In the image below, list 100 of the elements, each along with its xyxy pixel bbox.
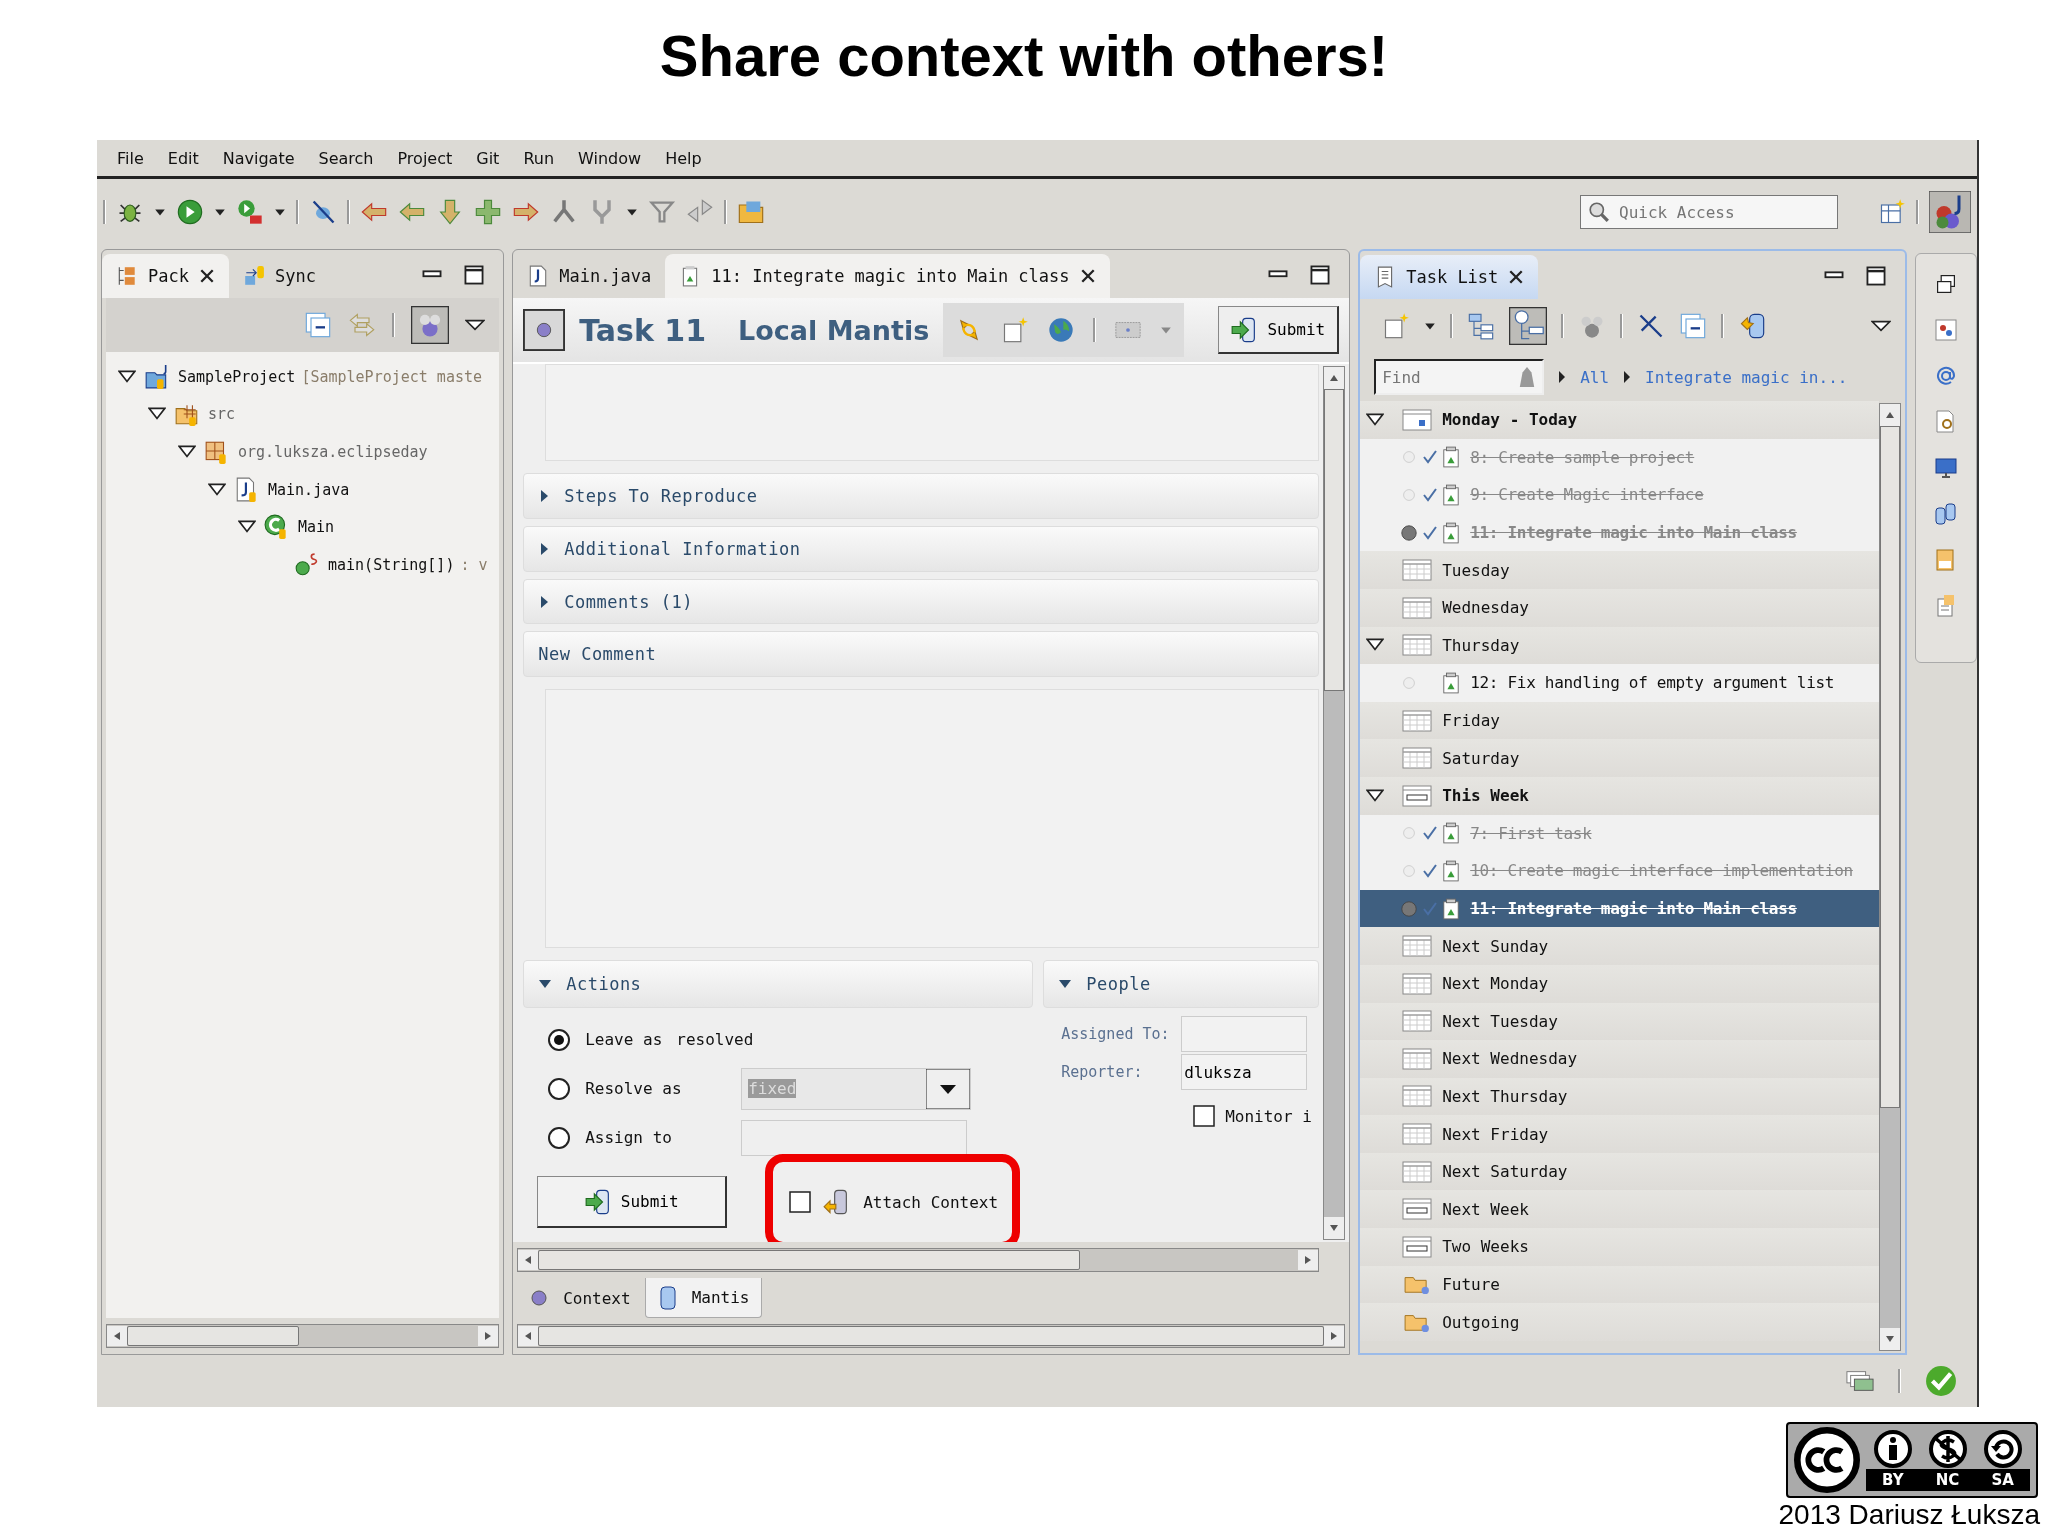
task-category-row[interactable]: Tuesday [1360,551,1880,589]
vertical-scrollbar[interactable] [1879,403,1902,1351]
task-category-row[interactable]: Thursday [1360,626,1880,665]
radio-label[interactable]: Leave as [585,1030,663,1050]
scroll-down-icon[interactable] [1880,1328,1901,1350]
expand-triangle-icon[interactable] [538,979,553,990]
horizontal-scrollbar[interactable] [517,1248,1320,1272]
sync-repository-icon[interactable] [1738,312,1767,340]
view-menu-icon[interactable] [1871,319,1892,333]
radio-button[interactable] [547,1027,572,1052]
scroll-up-icon[interactable] [1324,367,1345,389]
task-row[interactable]: 12: Fix handling of empty argument list [1360,664,1880,702]
assignee-field[interactable] [741,1119,968,1156]
tree-item[interactable]: org.luksza.eclipseday [238,443,428,461]
view-tab[interactable]: Pack [102,254,229,298]
plus-icon[interactable] [474,198,502,226]
expand-triangle-icon[interactable] [148,407,166,422]
play-icon[interactable] [176,198,204,226]
scheduled-view-icon[interactable] [1509,307,1548,345]
collapse-all-icon[interactable] [1679,312,1708,340]
actions-section-header[interactable]: Actions [523,960,1034,1009]
close-icon[interactable] [1079,268,1096,284]
task-row[interactable]: 11: Integrate magic into Main class [1360,889,1880,928]
maximize-icon[interactable] [1309,264,1332,286]
scroll-right-icon[interactable] [478,1326,499,1346]
scroll-left-icon[interactable] [107,1326,127,1346]
task-category-row[interactable]: Next Week [1360,1190,1880,1229]
expand-triangle-icon[interactable] [178,445,196,459]
submit-button[interactable]: Submit [537,1176,728,1229]
monitor-label[interactable]: Monitor i [1225,1106,1312,1126]
task-category-row[interactable]: Next Friday [1360,1115,1880,1153]
active-task-icon[interactable] [1400,523,1419,542]
task-category-row[interactable]: Two Weeks [1360,1228,1880,1266]
view-menu-icon[interactable] [465,318,486,332]
checkmark-icon[interactable] [1925,1365,1957,1397]
run-tools-icon[interactable] [236,198,264,226]
expand-triangle-icon[interactable] [238,520,256,535]
view-tab[interactable]: Sync [228,254,330,298]
new-task-icon[interactable] [1382,312,1411,340]
tree-item[interactable]: main(String[]) [328,555,455,574]
menu-item[interactable]: File [105,148,156,168]
expand-triangle-icon[interactable] [1058,979,1073,990]
horizontal-scrollbar[interactable] [517,1324,1346,1348]
checkbox[interactable] [789,1191,812,1214]
menu-item[interactable]: Search [306,148,386,168]
clear-icon[interactable] [1518,365,1537,389]
collapse-all-icon[interactable] [304,311,333,339]
editor-page-tab[interactable]: Context [517,1278,643,1318]
assigned-to-field[interactable] [1181,1016,1308,1053]
quick-access-field[interactable]: Quick Access [1580,195,1838,229]
scroll-right-icon[interactable] [1298,1250,1319,1270]
radio-button[interactable] [547,1076,572,1101]
radio-label[interactable]: Assign to [585,1128,672,1148]
task-category-row[interactable]: Saturday [1360,739,1880,777]
editor-page-tab[interactable]: Mantis [644,1278,763,1318]
breadcrumb-link[interactable]: All [1580,367,1610,387]
task-category-row[interactable]: Next Tuesday [1360,1002,1880,1041]
focus-toggle-icon[interactable] [411,306,450,344]
vertical-scrollbar[interactable] [1323,366,1346,1240]
menu-item[interactable]: Project [385,148,465,168]
scroll-left-icon[interactable] [518,1326,539,1346]
submit-button[interactable]: Submit [1218,306,1340,354]
scroll-left-icon[interactable] [518,1250,539,1270]
task-category-row[interactable]: Wednesday [1360,588,1880,627]
task-category-row[interactable]: Next Saturday [1360,1152,1880,1191]
checkbox[interactable] [1193,1105,1216,1128]
task-category-row[interactable]: Next Thursday [1360,1077,1880,1116]
scroll-down-icon[interactable] [1324,1217,1345,1239]
editor-tab[interactable]: Main.java [513,254,666,298]
task-category-row[interactable]: Monday - Today [1360,401,1880,439]
people-section-header[interactable]: People [1043,960,1320,1009]
find-field[interactable]: Find [1374,359,1545,395]
close-icon[interactable] [1508,269,1525,285]
repositories-icon[interactable] [1934,502,1959,526]
expand-triangle-icon[interactable] [1366,638,1385,653]
new-subtask-icon[interactable] [1001,316,1030,344]
tree-item[interactable]: SampleProject [178,367,296,386]
tree-item[interactable]: Main [298,518,335,537]
scroll-right-icon[interactable] [1324,1326,1345,1346]
section-header[interactable]: Steps To Reproduce [523,473,1320,519]
open-perspective-icon[interactable] [1878,198,1906,226]
expand-triangle-icon[interactable] [1366,788,1385,803]
task-category-row[interactable]: Outgoing [1360,1303,1880,1341]
task-category-row[interactable]: Next Wednesday [1360,1040,1880,1078]
menu-item[interactable]: Window [566,148,654,168]
menu-item[interactable]: Navigate [210,148,307,168]
menu-item[interactable]: Git [464,148,512,168]
close-icon[interactable] [198,268,215,284]
maximize-icon[interactable] [1865,265,1888,287]
breadcrumb-link[interactable]: Integrate magic in... [1645,367,1848,387]
people-board-icon[interactable] [1934,318,1959,342]
radio-label[interactable]: Resolve as [585,1079,682,1099]
scroll-up-icon[interactable] [1880,404,1901,426]
dropdown-button-icon[interactable] [926,1068,971,1109]
arrow-down-icon[interactable] [436,198,464,226]
menu-item[interactable]: Help [653,148,714,168]
maximize-icon[interactable] [463,264,486,286]
section-header[interactable]: Additional Information [523,525,1320,572]
expand-triangle-icon[interactable] [1366,412,1385,427]
radio-button[interactable] [547,1125,572,1150]
